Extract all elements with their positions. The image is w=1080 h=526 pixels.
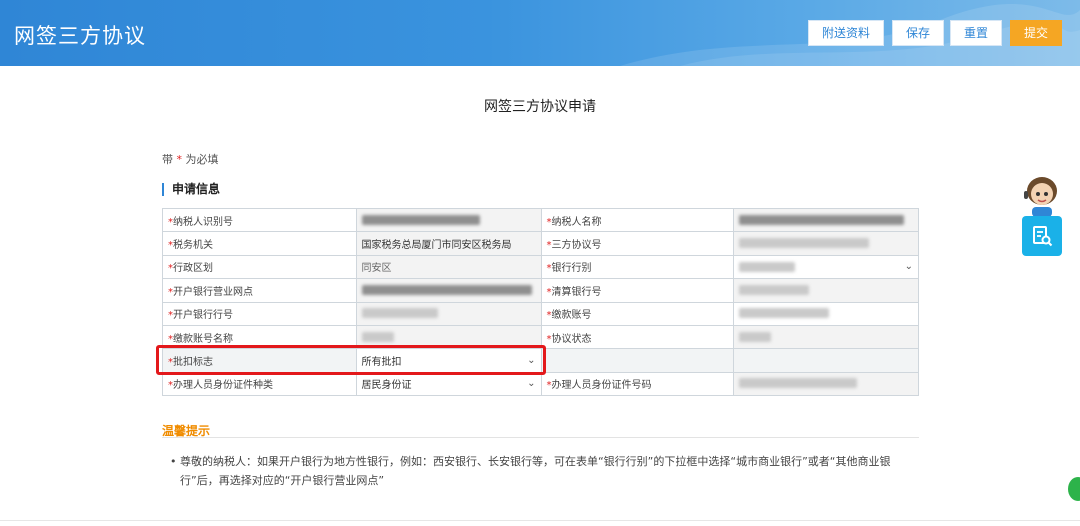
document-search-button[interactable]: [1022, 216, 1062, 256]
label-admin-region: *行政区划: [162, 254, 357, 280]
bank-type-select[interactable]: ⌄: [733, 254, 919, 280]
label-bank-branch: *开户银行营业网点: [162, 278, 357, 303]
table-row: *纳税人识别号 *纳税人名称: [162, 207, 919, 233]
tips-divider: [162, 437, 919, 438]
chevron-down-icon: ⌄: [904, 261, 913, 273]
table-row: *开户银行营业网点 *清算银行号: [162, 278, 919, 303]
customer-service-avatar-icon[interactable]: [1019, 175, 1065, 217]
batch-deduction-select[interactable]: 所有批扣 ⌄: [355, 348, 542, 373]
label-account-name: *缴款账号名称: [162, 324, 357, 350]
label-payment-account: *缴款账号: [540, 301, 735, 326]
bank-branch-select[interactable]: [355, 278, 542, 303]
id-type-select[interactable]: 居民身份证 ⌄: [355, 371, 542, 397]
required-note-prefix: 带: [162, 153, 173, 166]
label-taxpayer-name: *纳税人名称: [540, 207, 735, 233]
label-batch-deduction: *批扣标志: [162, 348, 357, 373]
label-bank-type: *银行行别: [540, 254, 735, 280]
field-admin-region: 同安区: [355, 254, 542, 280]
tips-text: • 尊敬的纳税人：如果开户银行为地方性银行，例如：西安银行、长安银行等，可在表单…: [170, 455, 891, 487]
label-agreement-status: *协议状态: [540, 324, 735, 350]
field-id-number: [733, 371, 919, 397]
application-form-table: *纳税人识别号 *纳税人名称 *税务机关 国家税务总局厦门市同安区税务局 *三方…: [162, 207, 919, 397]
field-agreement-status: [733, 324, 919, 350]
field-clearing-bank-number: [733, 278, 919, 303]
attach-materials-button[interactable]: 附送资料: [808, 20, 884, 46]
table-row: *开户银行行号 *缴款账号: [162, 301, 919, 326]
table-row: *税务机关 国家税务总局厦门市同安区税务局 *三方协议号: [162, 231, 919, 256]
submit-button[interactable]: 提交: [1010, 20, 1062, 46]
document-search-icon: [1033, 226, 1053, 247]
page-header-title: 网签三方协议: [14, 24, 146, 48]
empty-cell: [733, 348, 919, 373]
table-row: *批扣标志 所有批扣 ⌄: [162, 348, 919, 373]
table-row: *缴款账号名称 *协议状态: [162, 324, 919, 350]
required-star: *: [176, 153, 183, 166]
form-title: 网签三方协议申请: [484, 99, 596, 115]
label-id-type: *办理人员身份证件种类: [162, 371, 357, 397]
header-bar: 网签三方协议 附送资料 保存 重置 提交: [0, 0, 1080, 66]
chevron-down-icon: ⌄: [527, 378, 536, 390]
field-account-name: [355, 324, 542, 350]
label-tax-authority: *税务机关: [162, 231, 357, 256]
field-taxpayer-name: [733, 207, 919, 233]
label-agreement-number: *三方协议号: [540, 231, 735, 256]
label-id-number: *办理人员身份证件号码: [540, 371, 735, 397]
required-note-suffix: 为必填: [185, 153, 219, 166]
reset-button[interactable]: 重置: [950, 20, 1002, 46]
online-status-icon[interactable]: [1068, 477, 1080, 501]
label-bank-number: *开户银行行号: [162, 301, 357, 326]
label-taxpayer-id: *纳税人识别号: [162, 207, 357, 233]
label-clearing-bank-number: *清算银行号: [540, 278, 735, 303]
bottom-divider: [0, 520, 1080, 521]
batch-deduction-value: 所有批扣: [361, 357, 402, 369]
field-agreement-number: [733, 231, 919, 256]
field-tax-authority: 国家税务总局厦门市同安区税务局: [355, 231, 542, 256]
field-payment-account[interactable]: [733, 301, 919, 326]
chevron-down-icon: ⌄: [527, 355, 536, 367]
section-title: 申请信息: [162, 183, 220, 196]
empty-cell: [540, 348, 735, 373]
field-taxpayer-id: [355, 207, 542, 233]
required-note: 带 * 为必填: [162, 151, 219, 167]
id-type-value: 居民身份证: [361, 380, 412, 392]
save-button[interactable]: 保存: [892, 20, 944, 46]
table-row: *办理人员身份证件种类 居民身份证 ⌄ *办理人员身份证件号码: [162, 371, 919, 397]
field-bank-number: [355, 301, 542, 326]
table-row: *行政区划 同安区 *银行行别 ⌄: [162, 254, 919, 280]
